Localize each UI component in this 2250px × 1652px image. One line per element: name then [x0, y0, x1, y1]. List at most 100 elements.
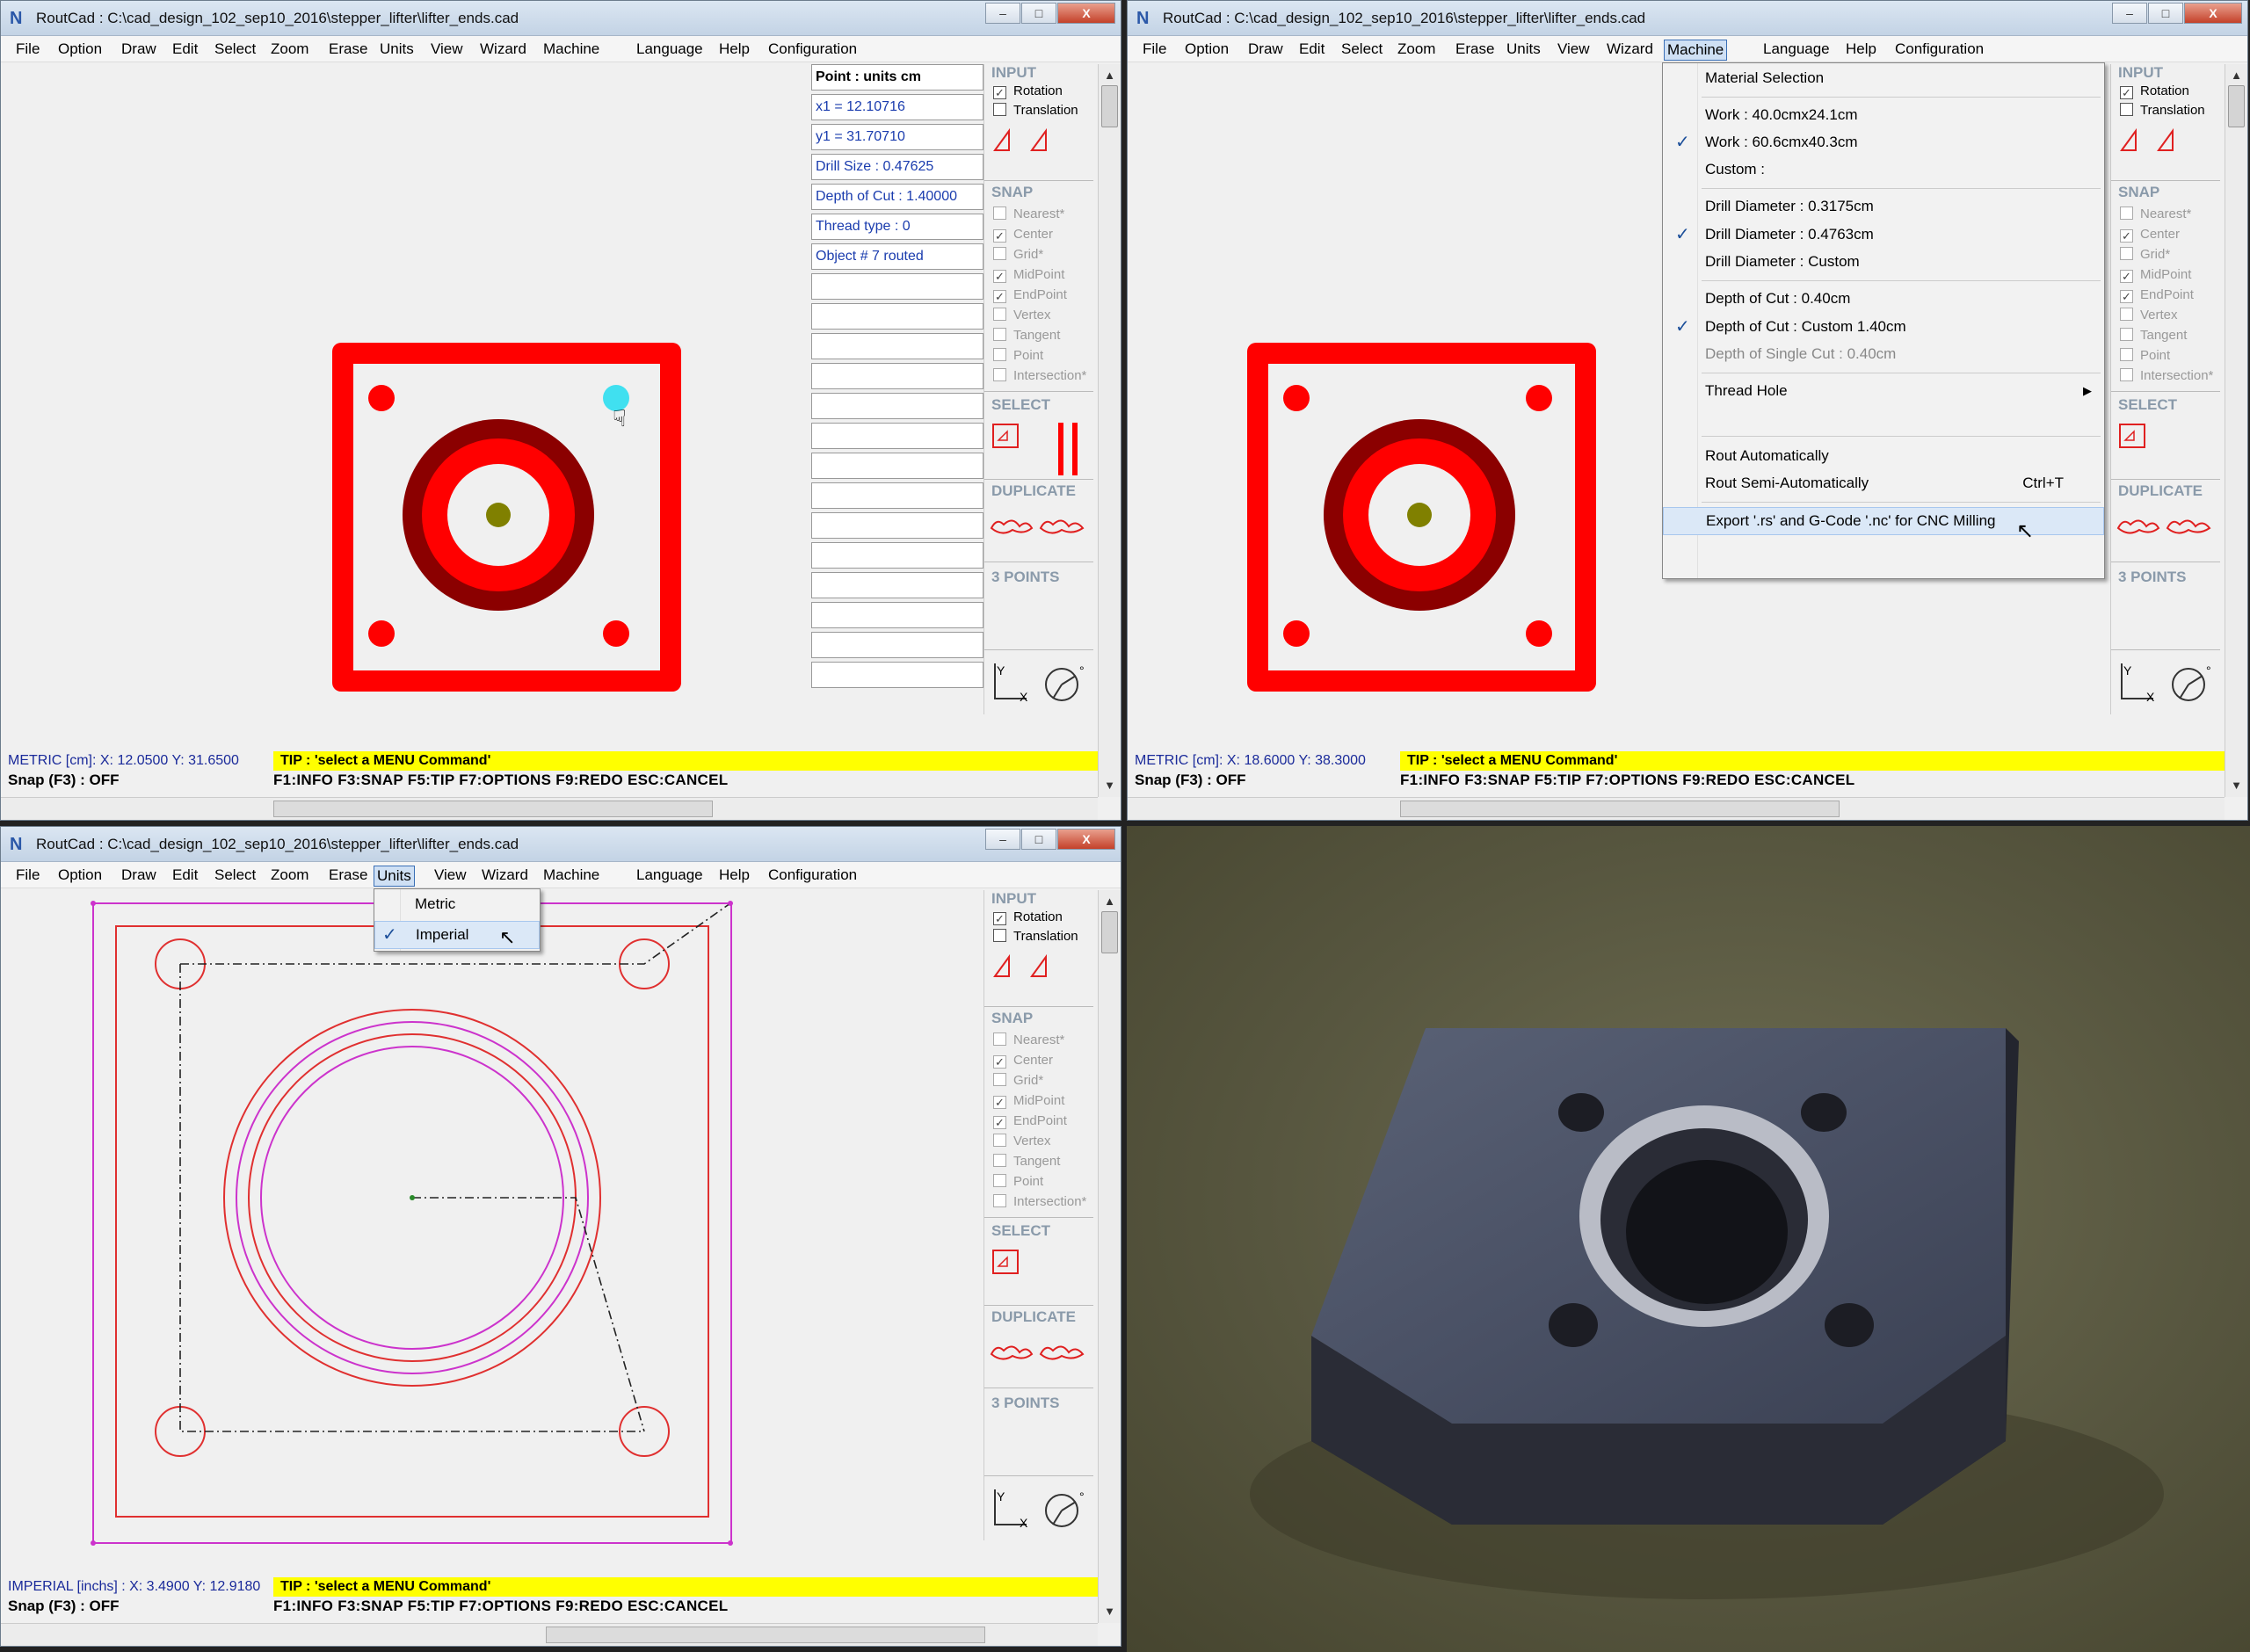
- menu-edit[interactable]: Edit: [170, 40, 200, 61]
- menu-units-open[interactable]: Units: [374, 866, 415, 887]
- rotation-checkbox[interactable]: ✓ Rotation: [993, 83, 1063, 101]
- menu-item-drill-03175[interactable]: Drill Diameter : 0.3175cm: [1663, 193, 2104, 221]
- snap-tangent-checkbox[interactable]: Tangent: [993, 1154, 1060, 1171]
- mount-hole-top-right[interactable]: [1526, 385, 1552, 411]
- snap-center-checkbox[interactable]: ✓ Center: [993, 1053, 1053, 1070]
- menu-zoom[interactable]: Zoom: [268, 866, 311, 887]
- snap-vertex-checkbox[interactable]: Vertex: [2120, 308, 2178, 325]
- menu-item-rout-automatically[interactable]: Rout Automatically: [1663, 443, 2104, 471]
- empty-field[interactable]: [811, 393, 983, 419]
- depth-of-cut-field[interactable]: Depth of Cut : 1.40000: [811, 184, 983, 210]
- mount-hole-bottom-right[interactable]: [1526, 620, 1552, 647]
- minimize-button[interactable]: –: [2112, 3, 2147, 24]
- snap-midpoint-checkbox[interactable]: ✓ MidPoint: [993, 267, 1064, 285]
- menu-wizard[interactable]: Wizard: [477, 40, 529, 61]
- menu-language[interactable]: Language: [1760, 40, 1833, 61]
- mount-hole-top-left[interactable]: [368, 385, 395, 411]
- menu-option[interactable]: Option: [55, 866, 105, 887]
- empty-field[interactable]: [811, 542, 983, 569]
- snap-nearest-checkbox[interactable]: Nearest*: [993, 1032, 1064, 1050]
- empty-field[interactable]: [811, 303, 983, 330]
- menu-item-material-selection[interactable]: Material Selection: [1663, 65, 2104, 93]
- empty-field[interactable]: [811, 572, 983, 598]
- snap-grid-checkbox[interactable]: Grid*: [2120, 247, 2170, 264]
- empty-field[interactable]: [811, 453, 983, 479]
- snap-center-checkbox[interactable]: ✓ Center: [2120, 227, 2180, 244]
- snap-vertex-checkbox[interactable]: Vertex: [993, 308, 1051, 325]
- menu-erase[interactable]: Erase: [1453, 40, 1497, 61]
- object-routed-field[interactable]: Object # 7 routed: [811, 243, 983, 270]
- center-point[interactable]: [486, 503, 511, 527]
- menu-option[interactable]: Option: [55, 40, 105, 61]
- menu-zoom[interactable]: Zoom: [268, 40, 311, 61]
- mount-hole-bottom-left[interactable]: [1283, 620, 1310, 647]
- menu-configuration[interactable]: Configuration: [1892, 40, 1986, 61]
- snap-vertex-checkbox[interactable]: Vertex: [993, 1134, 1051, 1151]
- menu-configuration[interactable]: Configuration: [766, 40, 860, 61]
- menu-view[interactable]: View: [432, 866, 469, 887]
- select-tool-icon[interactable]: [2118, 423, 2171, 475]
- thread-type-field[interactable]: Thread type : 0: [811, 214, 983, 240]
- snap-midpoint-checkbox[interactable]: ✓ MidPoint: [2120, 267, 2191, 285]
- title-bar[interactable]: N RoutCad : C:\cad_design_102_sep10_2016…: [1128, 1, 2247, 36]
- menu-draw[interactable]: Draw: [119, 866, 159, 887]
- close-button[interactable]: X: [1057, 829, 1115, 850]
- menu-item-drill-04763[interactable]: ✓ Drill Diameter : 0.4763cm: [1663, 221, 2104, 250]
- menu-erase[interactable]: Erase: [326, 40, 370, 61]
- mount-hole-bottom-left[interactable]: [155, 1406, 206, 1457]
- menu-item-metric[interactable]: Metric: [374, 891, 540, 919]
- snap-intersection-checkbox[interactable]: Intersection*: [993, 368, 1086, 386]
- empty-field[interactable]: [811, 333, 983, 359]
- maximize-button[interactable]: □: [2148, 3, 2183, 24]
- snap-endpoint-checkbox[interactable]: ✓ EndPoint: [2120, 287, 2194, 305]
- snap-point-checkbox[interactable]: Point: [993, 1174, 1043, 1192]
- menu-edit[interactable]: Edit: [1296, 40, 1327, 61]
- vertical-scrollbar[interactable]: ▲ ▼: [1098, 890, 1121, 1623]
- horizontal-scrollbar[interactable]: [1, 1623, 1098, 1646]
- center-point[interactable]: [1407, 503, 1432, 527]
- menu-item-custom[interactable]: Custom :: [1663, 156, 2104, 185]
- mount-hole-top-left[interactable]: [1283, 385, 1310, 411]
- close-button[interactable]: X: [1057, 3, 1115, 24]
- empty-field[interactable]: [811, 512, 983, 539]
- empty-field[interactable]: [811, 602, 983, 628]
- input-tool-icons[interactable]: [991, 127, 1062, 168]
- snap-grid-checkbox[interactable]: Grid*: [993, 247, 1043, 264]
- vertical-scrollbar[interactable]: ▲ ▼: [2225, 64, 2247, 797]
- drawing-canvas[interactable]: [8, 890, 983, 1576]
- menu-item-drill-custom[interactable]: Drill Diameter : Custom: [1663, 249, 2104, 277]
- snap-midpoint-checkbox[interactable]: ✓ MidPoint: [993, 1093, 1064, 1111]
- menu-select[interactable]: Select: [212, 40, 258, 61]
- translation-checkbox[interactable]: Translation: [2120, 103, 2205, 120]
- menu-wizard[interactable]: Wizard: [1604, 40, 1656, 61]
- drill-size-field[interactable]: Drill Size : 0.47625: [811, 154, 983, 180]
- menu-select[interactable]: Select: [1339, 40, 1385, 61]
- snap-intersection-checkbox[interactable]: Intersection*: [2120, 368, 2213, 386]
- point-y1[interactable]: y1 = 31.70710: [811, 124, 983, 150]
- menu-edit[interactable]: Edit: [170, 866, 200, 887]
- empty-field[interactable]: [811, 632, 983, 658]
- menu-machine[interactable]: Machine: [541, 866, 602, 887]
- select-tool-icon[interactable]: [991, 1249, 1044, 1301]
- menu-item-export-gcode[interactable]: Export '.rs' and G-Code '.nc' for CNC Mi…: [1663, 507, 2104, 535]
- snap-nearest-checkbox[interactable]: Nearest*: [2120, 206, 2191, 224]
- vertical-scrollbar[interactable]: ▲ ▼: [1098, 64, 1121, 797]
- menu-machine[interactable]: Machine: [541, 40, 602, 61]
- mount-hole-bottom-right[interactable]: [603, 620, 629, 647]
- snap-center-checkbox[interactable]: ✓ Center: [993, 227, 1053, 244]
- duplicate-tool-icons[interactable]: [988, 1338, 1090, 1365]
- menu-draw[interactable]: Draw: [1245, 40, 1286, 61]
- minimize-button[interactable]: –: [985, 829, 1020, 850]
- snap-tangent-checkbox[interactable]: Tangent: [2120, 328, 2187, 345]
- menu-item-thread-hole[interactable]: Thread Hole ▶: [1663, 378, 2104, 406]
- empty-field[interactable]: [811, 482, 983, 509]
- menu-item-rout-semi-automatically[interactable]: Rout Semi-Automatically Ctrl+T: [1663, 470, 2104, 498]
- menu-file[interactable]: File: [13, 866, 42, 887]
- translation-checkbox[interactable]: Translation: [993, 103, 1078, 120]
- snap-endpoint-checkbox[interactable]: ✓ EndPoint: [993, 287, 1067, 305]
- minimize-button[interactable]: –: [985, 3, 1020, 24]
- snap-point-checkbox[interactable]: Point: [2120, 348, 2170, 366]
- menu-item-depth-040[interactable]: Depth of Cut : 0.40cm: [1663, 286, 2104, 314]
- empty-field[interactable]: [811, 363, 983, 389]
- point-x1[interactable]: x1 = 12.10716: [811, 94, 983, 120]
